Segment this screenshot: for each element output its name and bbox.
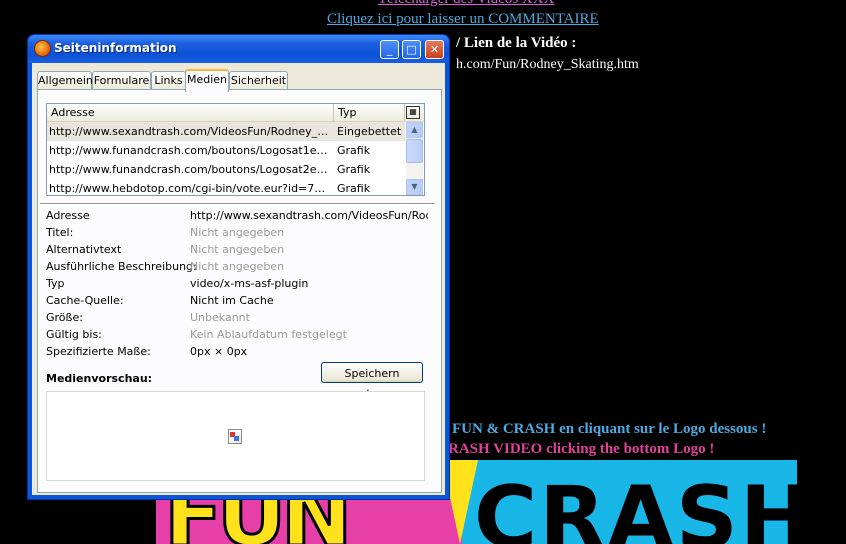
download-link[interactable]: Télécharger des Vidéos XXX: [378, 0, 554, 8]
list-item[interactable]: http://www.funandcrash.com/boutons/Logos…: [47, 141, 405, 160]
list-item-type: Grafik: [337, 163, 371, 176]
scroll-down-icon[interactable]: ▼: [406, 179, 423, 195]
list-item-address: http://www.sexandtrash.com/VideosFun/Rod…: [49, 125, 331, 138]
prop-label-dimensions: Spezifizierte Maße:: [46, 345, 151, 358]
prop-label-long-desc: Ausführliche Beschreibung:: [46, 260, 197, 273]
scroll-up-icon[interactable]: ▲: [406, 122, 423, 138]
list-item-address: http://www.hebdotop.com/cgi-bin/vote.eur…: [49, 182, 331, 195]
list-item[interactable]: http://www.hebdotop.com/cgi-bin/vote.eur…: [47, 179, 405, 195]
splitter[interactable]: [40, 203, 435, 205]
prop-label-alt-text: Alternativtext: [46, 243, 122, 256]
window-title: Seiteninformation: [54, 41, 177, 55]
prop-label-title: Titel:: [46, 226, 74, 239]
list-item-type: Grafik: [337, 144, 371, 157]
tab-formulare[interactable]: Formulare: [92, 71, 151, 90]
prop-value-cache: Nicht im Cache: [190, 294, 274, 307]
crash-video-caption: RASH VIDEO clicking the bottom Logo !: [448, 441, 715, 457]
list-header: Adresse Typ ▦: [47, 104, 424, 122]
tab-links[interactable]: Links: [151, 71, 186, 90]
column-picker-icon[interactable]: ▦: [406, 106, 420, 119]
column-header-type[interactable]: Typ: [335, 104, 405, 121]
media-preview-label: Medienvorschau:: [46, 372, 153, 385]
prop-label-type: Typ: [46, 277, 65, 290]
prop-value-type: video/x-ms-asf-plugin: [190, 277, 309, 290]
broken-image-icon: [228, 429, 242, 444]
list-item[interactable]: http://www.sexandtrash.com/VideosFun/Rod…: [47, 122, 405, 141]
list-item[interactable]: http://www.funandcrash.com/boutons/Logos…: [47, 160, 405, 179]
column-header-address[interactable]: Adresse: [47, 104, 334, 121]
dialog-client-area: Allgemein Formulare Links Medien Sicherh…: [32, 63, 445, 495]
prop-label-expires: Gültig bis:: [46, 328, 102, 341]
prop-value-title: Nicht angegeben: [190, 226, 285, 239]
tab-medien[interactable]: Medien: [185, 69, 229, 92]
list-scrollbar[interactable]: ▲ ▼: [406, 122, 423, 195]
prop-value-long-desc: Nicht angegeben: [190, 260, 285, 273]
prop-label-address: Adresse: [46, 209, 90, 222]
video-link-label: / Lien de la Vidéo :: [456, 35, 577, 51]
prop-value-dimensions: 0px × 0px: [190, 345, 248, 358]
close-button[interactable]: ✕: [425, 40, 444, 59]
prop-value-alt-text: Nicht angegeben: [190, 243, 285, 256]
media-preview: [46, 391, 425, 481]
save-as-button[interactable]: Speichern unter...: [321, 362, 423, 400]
list-item-type: Grafik: [337, 182, 371, 195]
fun-crash-caption: FUN & CRASH en cliquant sur le Logo dess…: [452, 421, 767, 437]
prop-value-size: Unbekannt: [190, 311, 250, 324]
page-info-dialog: Seiteninformation _ □ ✕ Allgemein Formul…: [27, 34, 450, 500]
list-item-address: http://www.funandcrash.com/boutons/Logos…: [49, 163, 331, 176]
prop-value-address: http://www.sexandtrash.com/VideosFun/Rod…: [190, 209, 428, 222]
scroll-thumb[interactable]: [406, 139, 423, 163]
minimize-button[interactable]: _: [380, 40, 399, 59]
firefox-icon: [34, 40, 51, 57]
list-item-address: http://www.funandcrash.com/boutons/Logos…: [49, 144, 331, 157]
list-item-type: Eingebettet: [337, 125, 402, 138]
prop-label-size: Größe:: [46, 311, 83, 324]
prop-value-expires: Kein Ablaufdatum festgelegt: [190, 328, 347, 341]
maximize-button[interactable]: □: [402, 40, 421, 59]
video-url[interactable]: h.com/Fun/Rodney_Skating.htm: [456, 57, 639, 73]
prop-label-cache: Cache-Quelle:: [46, 294, 124, 307]
tab-allgemein[interactable]: Allgemein: [37, 71, 93, 90]
logo-crash-text: CRASH: [474, 468, 797, 544]
comment-link[interactable]: Cliquez ici pour laisser un COMMENTAIRE: [327, 11, 599, 28]
media-list[interactable]: Adresse Typ ▦ http://www.sexandtrash.com…: [46, 103, 425, 196]
tab-sicherheit[interactable]: Sicherheit: [229, 71, 288, 90]
title-bar[interactable]: Seiteninformation _ □ ✕: [28, 35, 449, 63]
